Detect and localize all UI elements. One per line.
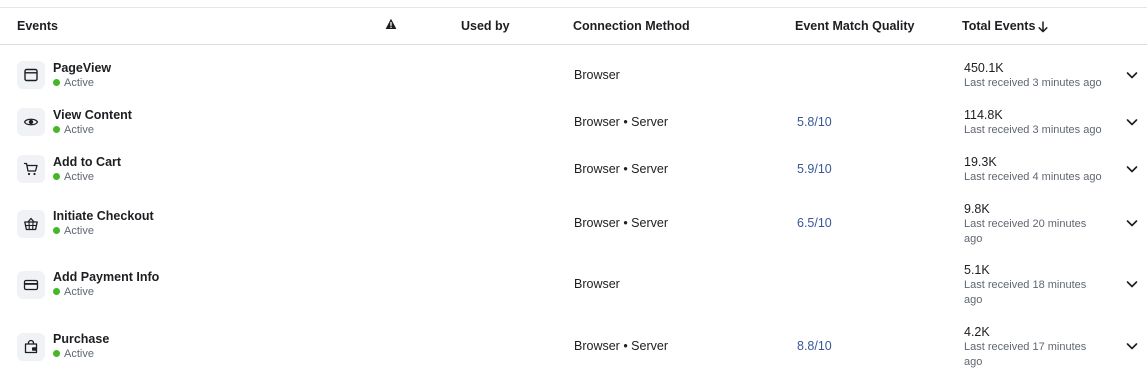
active-dot xyxy=(53,126,60,133)
event-name[interactable]: Initiate Checkout xyxy=(53,209,154,223)
chevron-down-icon[interactable] xyxy=(1124,161,1140,177)
status-label: Active xyxy=(64,286,94,298)
last-received: Last received 3 minutes ago xyxy=(964,124,1102,136)
total-events-count: 114.8K xyxy=(964,108,1003,122)
chevron-down-icon[interactable] xyxy=(1124,215,1140,231)
last-received: Last received 20 minutes ago xyxy=(964,218,1087,245)
event-name[interactable]: Add Payment Info xyxy=(53,270,159,284)
total-events-count: 9.8K xyxy=(964,202,990,216)
event-name[interactable]: PageView xyxy=(53,61,111,75)
events-table: Events Used by Connection Method Event M… xyxy=(0,0,1147,382)
status-label: Active xyxy=(64,77,94,89)
header-total-events[interactable]: Total Events xyxy=(962,8,1048,44)
header-event-match-quality[interactable]: Event Match Quality xyxy=(795,8,914,44)
event-icon xyxy=(17,155,45,183)
event-icon xyxy=(17,210,45,238)
status-badge: Active xyxy=(53,171,94,183)
status-label: Active xyxy=(64,171,94,183)
event-icon xyxy=(17,61,45,89)
last-received: Last received 4 minutes ago xyxy=(964,171,1102,183)
status-badge: Active xyxy=(53,348,94,360)
browser-window-icon xyxy=(24,68,38,82)
connection-method: Browser • Server xyxy=(574,216,668,230)
active-dot xyxy=(53,227,60,234)
status-badge: Active xyxy=(53,77,94,89)
total-events-count: 19.3K xyxy=(964,155,997,169)
header-total-events-label: Total Events xyxy=(962,19,1036,33)
arrow-down-icon xyxy=(1038,20,1048,33)
event-icon xyxy=(17,108,45,136)
event-icon xyxy=(17,333,45,361)
connection-method: Browser • Server xyxy=(574,339,668,353)
connection-method: Browser xyxy=(574,68,620,82)
active-dot xyxy=(53,79,60,86)
header-connection-method[interactable]: Connection Method xyxy=(573,8,690,44)
status-label: Active xyxy=(64,348,94,360)
eye-icon xyxy=(23,118,39,126)
status-badge: Active xyxy=(53,124,94,136)
chevron-down-icon[interactable] xyxy=(1124,114,1140,130)
total-events-count: 5.1K xyxy=(964,263,990,277)
event-icon xyxy=(17,271,45,299)
total-events-count: 4.2K xyxy=(964,325,990,339)
connection-method: Browser xyxy=(574,277,620,291)
chevron-down-icon[interactable] xyxy=(1124,67,1140,83)
chevron-down-icon[interactable] xyxy=(1124,338,1140,354)
event-name[interactable]: Add to Cart xyxy=(53,155,121,169)
status-badge: Active xyxy=(53,286,94,298)
status-label: Active xyxy=(64,225,94,237)
last-received: Last received 3 minutes ago xyxy=(964,77,1102,89)
event-match-quality-score[interactable]: 6.5/10 xyxy=(797,216,832,230)
status-badge: Active xyxy=(53,225,94,237)
connection-method: Browser • Server xyxy=(574,115,668,129)
credit-card-icon xyxy=(23,279,39,291)
event-match-quality-score[interactable]: 5.8/10 xyxy=(797,115,832,129)
event-match-quality-score[interactable]: 5.9/10 xyxy=(797,162,832,176)
active-dot xyxy=(53,173,60,180)
basket-icon xyxy=(24,217,38,231)
active-dot xyxy=(53,288,60,295)
connection-method: Browser • Server xyxy=(574,162,668,176)
chevron-down-icon[interactable] xyxy=(1124,276,1140,292)
event-match-quality-score[interactable]: 8.8/10 xyxy=(797,339,832,353)
event-name[interactable]: Purchase xyxy=(53,332,109,346)
event-name[interactable]: View Content xyxy=(53,108,132,122)
shopping-bag-icon xyxy=(24,339,38,354)
active-dot xyxy=(53,350,60,357)
cart-icon xyxy=(23,162,38,176)
header-used-by[interactable]: Used by xyxy=(461,8,510,44)
last-received: Last received 17 minutes ago xyxy=(964,341,1087,368)
status-label: Active xyxy=(64,124,94,136)
warning-triangle-icon xyxy=(385,18,397,29)
table-header: Events Used by Connection Method Event M… xyxy=(0,8,1147,45)
total-events-count: 450.1K xyxy=(964,61,1004,75)
last-received: Last received 18 minutes ago xyxy=(964,279,1087,306)
header-events[interactable]: Events xyxy=(17,8,58,44)
